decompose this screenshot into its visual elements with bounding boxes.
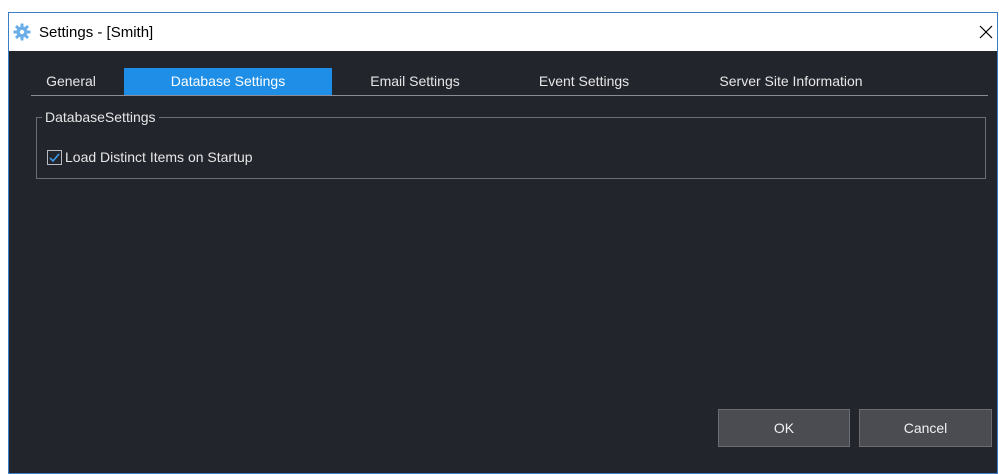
cancel-button[interactable]: Cancel <box>859 409 992 447</box>
close-icon <box>979 25 993 39</box>
checkbox-box[interactable] <box>47 149 62 165</box>
tab-divider <box>31 95 988 96</box>
close-button[interactable] <box>975 13 997 51</box>
tab-event-settings[interactable]: Event Settings <box>509 68 659 95</box>
checkbox-label: Load Distinct Items on Startup <box>65 149 253 165</box>
group-title: DatabaseSettings <box>42 108 159 126</box>
gear-icon <box>12 22 32 42</box>
tab-server-site-information[interactable]: Server Site Information <box>681 68 901 95</box>
tab-database-settings[interactable]: Database Settings <box>124 68 332 95</box>
checkmark-icon <box>49 152 60 162</box>
database-settings-group: DatabaseSettings Load Distinct Items on … <box>36 108 986 179</box>
load-distinct-items-checkbox[interactable]: Load Distinct Items on Startup <box>47 149 253 165</box>
title-bar: Settings - [Smith] <box>9 13 997 51</box>
tab-general[interactable]: General <box>31 68 111 95</box>
settings-dialog: Settings - [Smith] General Database Sett… <box>8 12 998 474</box>
ok-button[interactable]: OK <box>718 409 850 447</box>
tab-strip: General Database Settings Email Settings… <box>9 68 997 95</box>
window-title: Settings - [Smith] <box>39 23 154 41</box>
tab-email-settings[interactable]: Email Settings <box>345 68 485 95</box>
